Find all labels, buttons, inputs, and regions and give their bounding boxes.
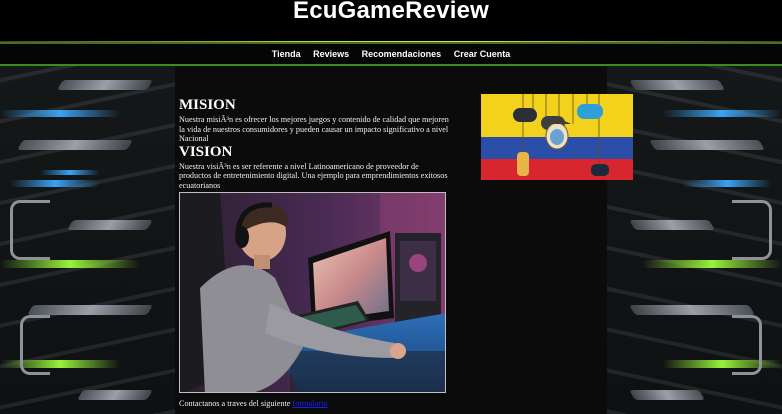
main-nav: Tienda Reviews Recomendaciones Crear Cue… xyxy=(0,42,782,66)
contact-form-link[interactable]: formulario xyxy=(292,399,327,408)
gamer-photo-illustration xyxy=(180,193,445,392)
gamer-photo xyxy=(179,192,446,393)
mision-text: Nuestra misiÃ³n es ofrecer los mejores j… xyxy=(179,115,449,144)
flag-controllers-illustration xyxy=(481,94,633,180)
nav-link-crear-cuenta[interactable]: Crear Cuenta xyxy=(454,44,511,64)
main-content: MISION Nuestra misiÃ³n es ofrecer los me… xyxy=(179,98,449,191)
contact-text: Contactanos a traves del siguiente xyxy=(179,399,293,408)
site-header: EcuGameReview xyxy=(0,0,782,42)
vision-heading: VISION xyxy=(179,143,233,160)
nav-link-tienda[interactable]: Tienda xyxy=(272,44,301,64)
ecuador-flag-controllers-image xyxy=(481,94,633,180)
background-tech-panel-right xyxy=(607,60,782,414)
vision-text: Nuestra visiÃ³n es ser referente a nivel… xyxy=(179,161,448,190)
nav-link-recomendaciones[interactable]: Recomendaciones xyxy=(362,44,442,64)
mision-heading: MISION xyxy=(179,97,236,113)
background-tech-panel-left xyxy=(0,60,175,414)
site-title: EcuGameReview xyxy=(292,0,490,24)
nav-link-reviews[interactable]: Reviews xyxy=(313,44,349,64)
contact-line: Contactanos a traves del siguiente formu… xyxy=(179,399,327,408)
